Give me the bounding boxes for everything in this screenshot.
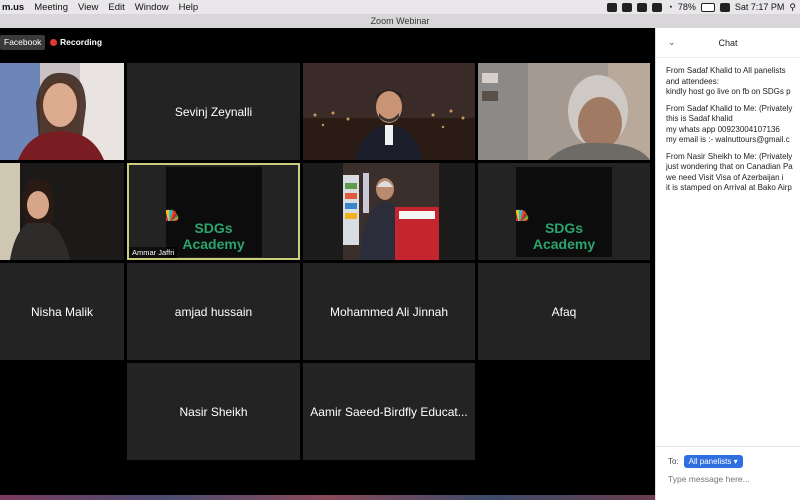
chat-message-header: From Sadaf Khalid to All panelists [656,66,800,77]
chat-message-text: this is Sadaf khalid [666,114,733,123]
video-tile-woman-headset[interactable] [0,63,124,160]
participant-name: Aamir Saeed-Birdfly Educat... [310,404,468,419]
sdgs-academy-logo: SDGs Academy [507,166,612,257]
spotlight-icon[interactable]: ⚲ [789,2,796,13]
chat-message: From Sadaf Khalid to Me: (Privately this… [656,104,800,146]
chat-message-input[interactable] [668,474,793,484]
recording-indicator[interactable]: Recording [50,35,102,50]
sdg-rainbow-icon [156,208,178,229]
camera-icon[interactable] [607,2,618,12]
menubar: m.us Meeting View Edit Window Help ◔ 78%… [0,0,800,14]
to-label: to [734,66,742,75]
participant-name: Mohammed Ali Jinnah [329,304,449,319]
chat-message-header: From Nasir Sheikh to Me: (Privately [656,152,800,163]
chat-message-text: my whats app 00923004107136 [666,124,780,134]
menu-meeting[interactable]: Meeting [34,2,68,13]
chat-panel: ⌄ Chat From Sadaf Khalid to All panelist… [655,28,800,500]
from-label: From [666,151,685,161]
battery-level: 78% [677,2,696,12]
chat-message-header: From Sadaf Khalid to Me: (Privately [656,104,800,115]
chevron-down-icon: ▾ [733,457,738,466]
menu-window[interactable]: Window [135,2,169,13]
video-tile-sevinj[interactable]: Sevinj Zeynalli [127,63,300,160]
sdg-title: SDGs [544,219,584,236]
sdgs-academy-logo: SDGs Academy [156,166,262,257]
video-tile-podium-speaker[interactable] [303,163,475,260]
participant-name: Nisha Malik [30,304,93,319]
chat-title: Chat [718,37,738,48]
sdg-subtitle: Academy [532,235,596,252]
chevron-down-icon[interactable]: ⌄ [668,37,676,48]
recipient-row: To: All panelists ▾ [668,455,743,468]
participant-name: Sevinj Zeynalli [174,104,253,119]
menu-view[interactable]: View [78,2,98,13]
dock-strip [0,495,655,500]
keyboard-icon[interactable] [719,2,730,12]
participant-video [0,163,70,260]
video-tile-afaq[interactable]: Afaq [478,263,650,360]
video-tile-sdgs-academy[interactable]: SDGs Academy [478,163,650,260]
video-tile-jinnah[interactable]: Mohammed Ali Jinnah [303,263,475,360]
from-label: From [666,66,685,75]
video-tile-older-man[interactable] [478,63,650,160]
video-gallery: Facebook Recording Sevinj Zeynalli SDGs … [0,28,655,500]
chat-composer: To: All panelists ▾ [656,446,800,500]
chat-message: From Sadaf Khalid to All panelists and a… [656,66,800,98]
chat-message: From Nasir Sheikh to Me: (Privately just… [656,152,800,194]
to-label: to Me: [734,151,757,161]
participant-video [478,63,650,160]
media-icon[interactable] [652,2,663,12]
dropbox-icon[interactable] [637,2,648,12]
video-tile-nisha[interactable]: Nisha Malik [0,263,124,360]
sdg-title: SDGs [194,219,233,236]
video-tile-young-woman[interactable] [0,163,124,260]
recording-dot-icon [50,39,57,46]
recipient-extra: and attendees: [666,76,719,86]
recipient-value: All panelists [688,457,732,466]
to-label: to Me: [734,103,757,113]
participant-name: amjad hussain [174,304,253,319]
video-tile-amjad[interactable]: amjad hussain [127,263,300,360]
chat-header: ⌄ Chat [656,28,800,58]
video-tile-speaker-city[interactable] [303,63,475,160]
video-tile-nasir[interactable]: Nasir Sheikh [127,363,300,460]
private-label: (Privately [758,103,793,113]
from-label: From [666,103,685,113]
sender-name[interactable]: Sadaf Khalid [687,104,732,113]
clock[interactable]: Sat 7:17 PM [735,2,785,12]
chat-message-text: we need Visit Visa of Azerbaijan i [666,172,784,182]
battery-icon[interactable] [700,2,715,12]
status-tray: ◔ 78% Sat 7:17 PM ⚲ [607,0,796,14]
participant-video [303,63,475,160]
menu-help[interactable]: Help [179,2,199,13]
chat-message-text: my email is :- walnuttours@gmail.c [666,135,790,144]
window-title: Zoom Webinar [0,14,800,28]
private-label: (Privately [758,151,793,161]
chat-message-text: it is stamped on Arrival at Bako Airp [666,183,792,192]
sdg-rainbow-icon [507,208,529,229]
sdg-subtitle: Academy [182,235,245,252]
chat-message-text: just wondering that on Canadian Pa [666,162,793,171]
facebook-live-badge[interactable]: Facebook [0,35,46,50]
sender-name[interactable]: Sadaf Khalid [687,66,732,75]
menu-app[interactable]: m.us [2,2,24,13]
recipient-name: All panelists [742,66,786,75]
recipient-dropdown[interactable]: All panelists ▾ [683,455,743,468]
participant-name: Afaq [551,304,577,319]
video-tile-ammar[interactable]: SDGs Academy Ammar Jaffri [127,163,300,260]
sender-name[interactable]: Nasir Sheikh [687,152,732,161]
wifi-icon[interactable]: ◔ [667,2,672,12]
participant-video [0,63,124,160]
video-tile-aamir[interactable]: Aamir Saeed-Birdfly Educat... [303,363,475,460]
participant-name: Nasir Sheikh [179,404,248,419]
shield-icon[interactable] [622,2,633,12]
to-label: To: [668,457,679,466]
participant-name-tag: Ammar Jaffri [129,247,178,258]
participant-video [343,163,439,260]
chat-message-text: kindly host go live on fb on SDGs p [666,87,791,96]
menu-edit[interactable]: Edit [108,2,124,13]
recording-label: Recording [60,37,103,47]
